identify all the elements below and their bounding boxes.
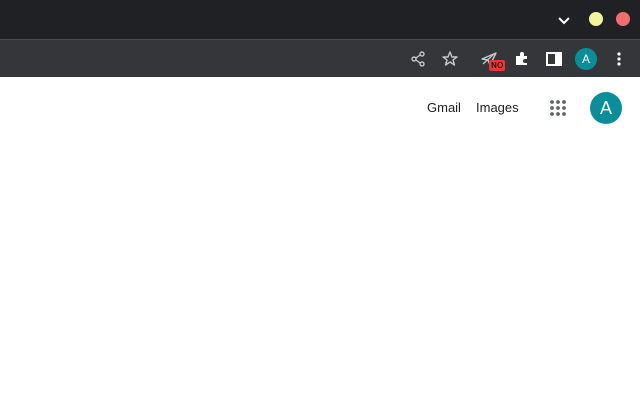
puzzle-icon[interactable] <box>512 49 532 69</box>
apps-grid-icon[interactable] <box>548 98 568 118</box>
avatar[interactable]: A <box>575 48 597 70</box>
share-icon[interactable] <box>408 49 428 69</box>
chevron-down-icon[interactable] <box>555 13 573 29</box>
minimize-button[interactable] <box>589 12 603 26</box>
browser-toolbar: NO A <box>0 39 640 77</box>
side-panel-icon[interactable] <box>544 49 564 69</box>
extension-badge: NO <box>489 60 506 71</box>
star-icon[interactable] <box>440 49 460 69</box>
images-link[interactable]: Images <box>476 100 519 116</box>
gmail-link[interactable]: Gmail <box>427 100 461 116</box>
account-avatar[interactable]: A <box>590 92 622 124</box>
close-button[interactable] <box>616 12 630 26</box>
more-vert-icon[interactable] <box>609 49 629 69</box>
title-bar <box>0 0 640 39</box>
